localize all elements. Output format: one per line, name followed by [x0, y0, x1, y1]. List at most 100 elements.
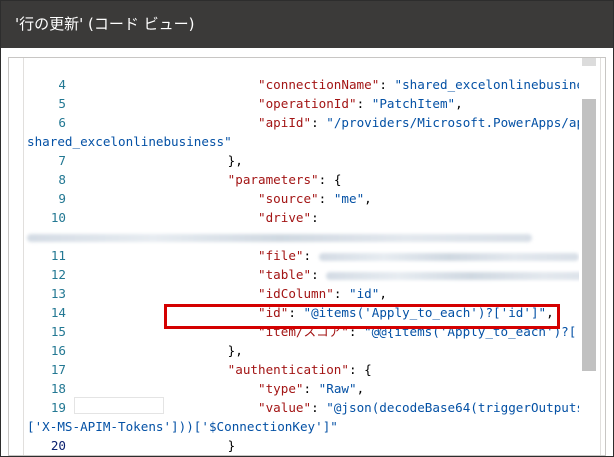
json-punctuation: , [379, 286, 387, 301]
json-key: "file" [257, 248, 304, 263]
code-text: "type": "Raw", [76, 379, 364, 398]
code-line[interactable]: 7 }, [24, 151, 579, 170]
json-punctuation: : [379, 77, 395, 92]
json-key: "operationId" [257, 96, 357, 111]
line-number: 20 [50, 438, 66, 453]
code-line[interactable]: 6 "apiId": "/providers/Microsoft.PowerAp… [24, 113, 579, 132]
vertical-scrollbar[interactable] [579, 58, 600, 455]
json-punctuation: : [333, 286, 349, 301]
code-text: "file": [76, 246, 579, 265]
code-line[interactable]: 17 "authentication": { [24, 360, 579, 379]
json-punctuation: } [227, 438, 236, 453]
line-number: 5 [58, 96, 66, 111]
line-number: 14 [50, 305, 66, 320]
json-key: "source" [257, 191, 319, 206]
json-punctuation: : { [318, 172, 342, 187]
line-number: 8 [58, 172, 66, 187]
code-text: } [76, 436, 236, 455]
json-string: "PatchItem" [371, 96, 456, 111]
json-key: "idColumn" [257, 286, 334, 301]
line-number: 16 [50, 343, 66, 358]
json-string: "shared_excelonlinebusiness" [394, 77, 579, 92]
json-string: "me" [333, 191, 365, 206]
json-key: "authentication" [227, 362, 349, 377]
json-key: "value" [257, 400, 312, 415]
line-number: 4 [58, 77, 66, 92]
dialog-title: '行の更新' (コード ビュー) [1, 1, 613, 48]
code-line[interactable]: 5 "operationId": "PatchItem", [24, 94, 579, 113]
code-text: }, [76, 151, 243, 170]
json-key: "drive" [257, 210, 312, 225]
line-number: 12 [50, 267, 66, 282]
line-number: 11 [50, 248, 66, 263]
code-line[interactable]: 8 "parameters": { [24, 170, 579, 189]
code-editor-container: 4 "connectionName": "shared_excelonlineb… [8, 57, 606, 456]
code-text: "operationId": "PatchItem", [76, 94, 463, 113]
scrollbar-thumb[interactable] [582, 99, 596, 371]
json-key: "type" [257, 381, 304, 396]
code-text: "idColumn": "id", [76, 284, 387, 303]
code-line[interactable]: 13 "idColumn": "id", [24, 284, 579, 303]
code-text: "connectionName": "shared_excelonlinebus… [76, 75, 579, 94]
code-line[interactable]: 9 "source": "me", [24, 189, 579, 208]
json-punctuation: : { [348, 362, 372, 377]
code-line[interactable]: 20 } [24, 436, 579, 455]
code-line[interactable]: shared_excelonlinebusiness" [24, 132, 579, 151]
json-key: "table" [257, 267, 312, 282]
json-punctuation: , [364, 191, 372, 206]
json-punctuation: : [303, 381, 319, 396]
code-text [27, 227, 532, 246]
json-punctuation: }, [227, 153, 243, 168]
json-punctuation: : [311, 400, 327, 415]
line-number: 10 [50, 210, 66, 225]
json-punctuation: : [311, 115, 327, 130]
json-string: shared_excelonlinebusiness" [27, 134, 232, 149]
code-line[interactable]: 18 "type": "Raw", [24, 379, 579, 398]
line-number: 13 [50, 286, 66, 301]
code-line[interactable]: 12 "table": [24, 265, 579, 284]
json-punctuation: , [356, 381, 365, 396]
code-line[interactable]: ['X-MS-APIM-Tokens']))['$ConnectionKey']… [24, 417, 579, 436]
json-key: "connectionName" [257, 77, 380, 92]
json-string: "id" [348, 286, 380, 301]
json-punctuation: : [311, 210, 319, 225]
line-number: 7 [58, 153, 66, 168]
json-punctuation: , [455, 96, 463, 111]
code-line[interactable]: 10 "drive": [24, 208, 579, 227]
code-text: "source": "me", [76, 189, 372, 208]
json-punctuation: : [318, 191, 334, 206]
json-string: "/providers/Microsoft.PowerApps/apis/ [326, 115, 579, 130]
line-number: 6 [58, 115, 66, 130]
line-number: 17 [50, 362, 66, 377]
code-line[interactable]: 4 "connectionName": "shared_excelonlineb… [24, 75, 579, 94]
json-string: ['X-MS-APIM-Tokens']))['$ConnectionKey']… [27, 419, 338, 434]
code-line[interactable]: 11 "file": [24, 246, 579, 265]
line-number: 18 [50, 381, 66, 396]
current-line-indicator [74, 397, 164, 414]
code-text: }, [76, 455, 213, 456]
code-line[interactable]: 16 }, [24, 341, 579, 360]
json-punctuation: : [303, 248, 319, 263]
code-text: }, [76, 341, 243, 360]
json-string: "Raw" [318, 381, 357, 396]
code-view-dialog: '行の更新' (コード ビュー) 4 "connectionName": "sh… [0, 0, 614, 457]
code-line[interactable]: 21 }, [24, 455, 579, 456]
code-text: "authentication": { [76, 360, 372, 379]
redacted-value [27, 233, 532, 242]
code-line[interactable] [24, 227, 579, 246]
json-punctuation: : [311, 267, 327, 282]
line-number: 21 [24, 455, 66, 456]
redacted-value [318, 252, 579, 261]
line-number: 15 [50, 324, 66, 339]
line-number: 9 [58, 191, 66, 206]
scrollbar-top-segment [582, 58, 596, 66]
code-text: "parameters": { [76, 170, 342, 189]
json-key: "parameters" [227, 172, 319, 187]
code-text: "table": [76, 265, 579, 284]
json-punctuation: : [356, 96, 372, 111]
redacted-value [326, 271, 579, 280]
code-text: shared_excelonlinebusiness" [27, 132, 232, 151]
code-text: "apiId": "/providers/Microsoft.PowerApps… [76, 113, 579, 132]
code-editor[interactable]: 4 "connectionName": "shared_excelonlineb… [23, 58, 601, 456]
json-punctuation: }, [227, 343, 243, 358]
